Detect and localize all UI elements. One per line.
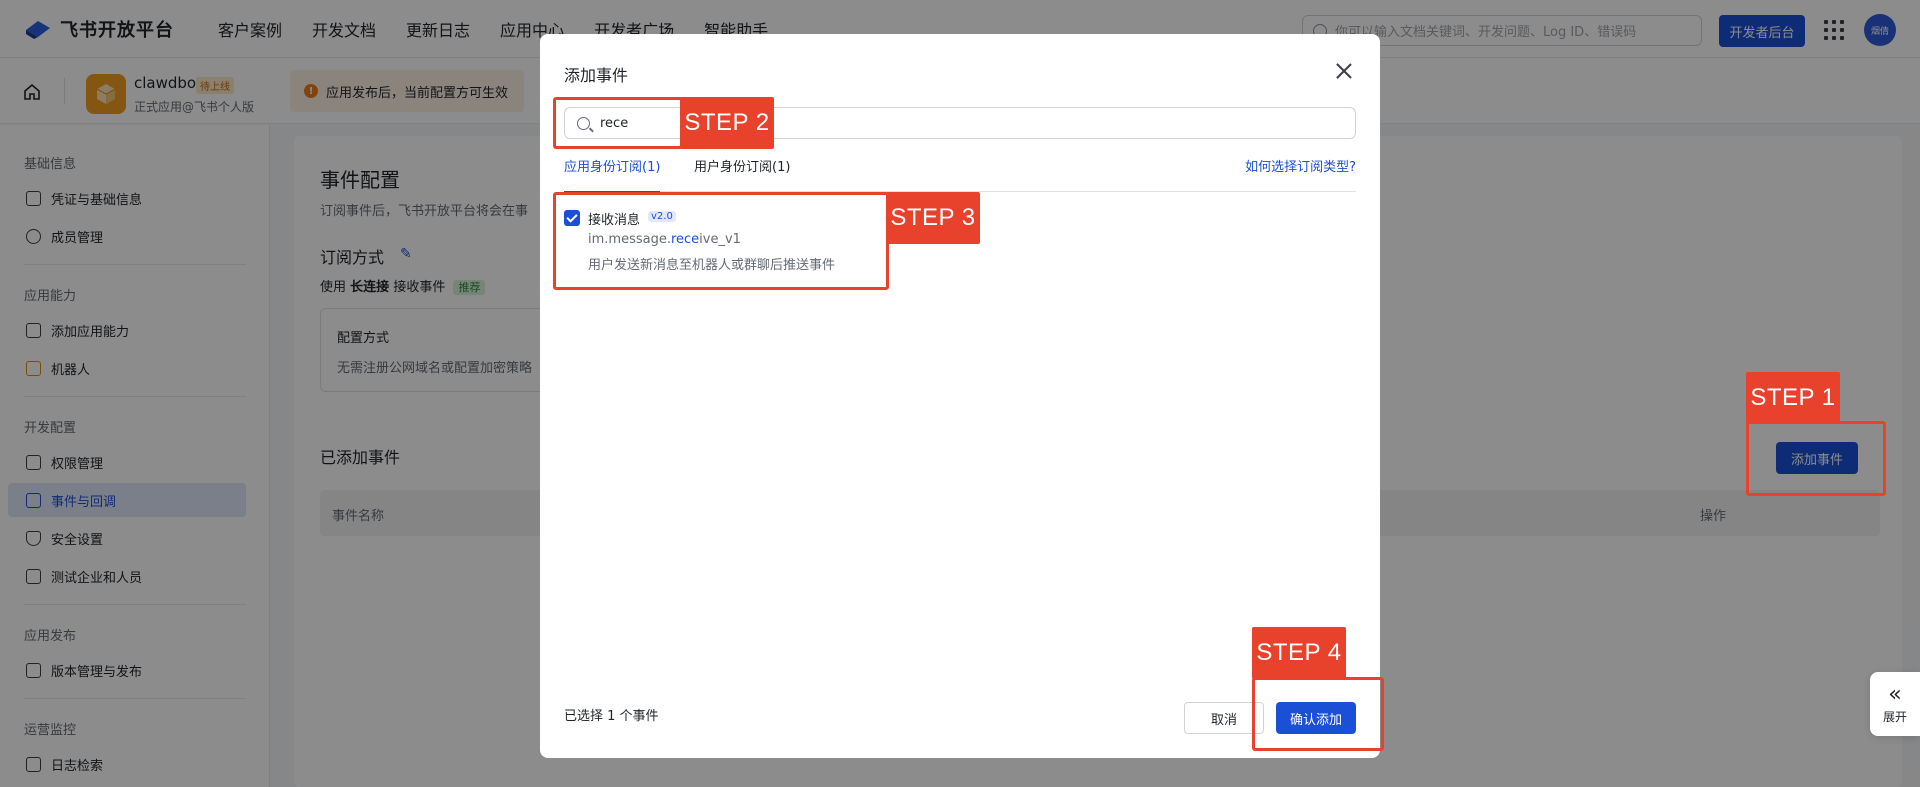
selected-count: 已选择 1 个事件 [564, 709, 659, 724]
expand-panel-button[interactable]: « 展开 [1870, 672, 1920, 736]
dialog-title: 添加事件 [564, 66, 629, 85]
step-4-label: STEP 4 [1252, 627, 1346, 679]
close-icon[interactable] [1333, 60, 1355, 82]
subscription-tabs: 应用身份订阅(1) 用户身份订阅(1) 如何选择订阅类型? [564, 154, 1356, 193]
step-2-highlight [553, 97, 683, 149]
double-chevron-left-icon: « [1888, 681, 1902, 707]
step-1-label: STEP 1 [1746, 372, 1840, 424]
subscription-help-link[interactable]: 如何选择订阅类型? [1245, 154, 1356, 182]
step-3-highlight [553, 192, 889, 290]
step-3-label: STEP 3 [886, 192, 980, 244]
step-1-highlight [1746, 421, 1886, 496]
tab-user-identity[interactable]: 用户身份订阅(1) [694, 154, 790, 192]
expand-label: 展开 [1882, 709, 1907, 724]
step-4-highlight [1252, 677, 1384, 751]
step-2-label: STEP 2 [680, 97, 774, 149]
tab-app-identity[interactable]: 应用身份订阅(1) [564, 154, 661, 193]
